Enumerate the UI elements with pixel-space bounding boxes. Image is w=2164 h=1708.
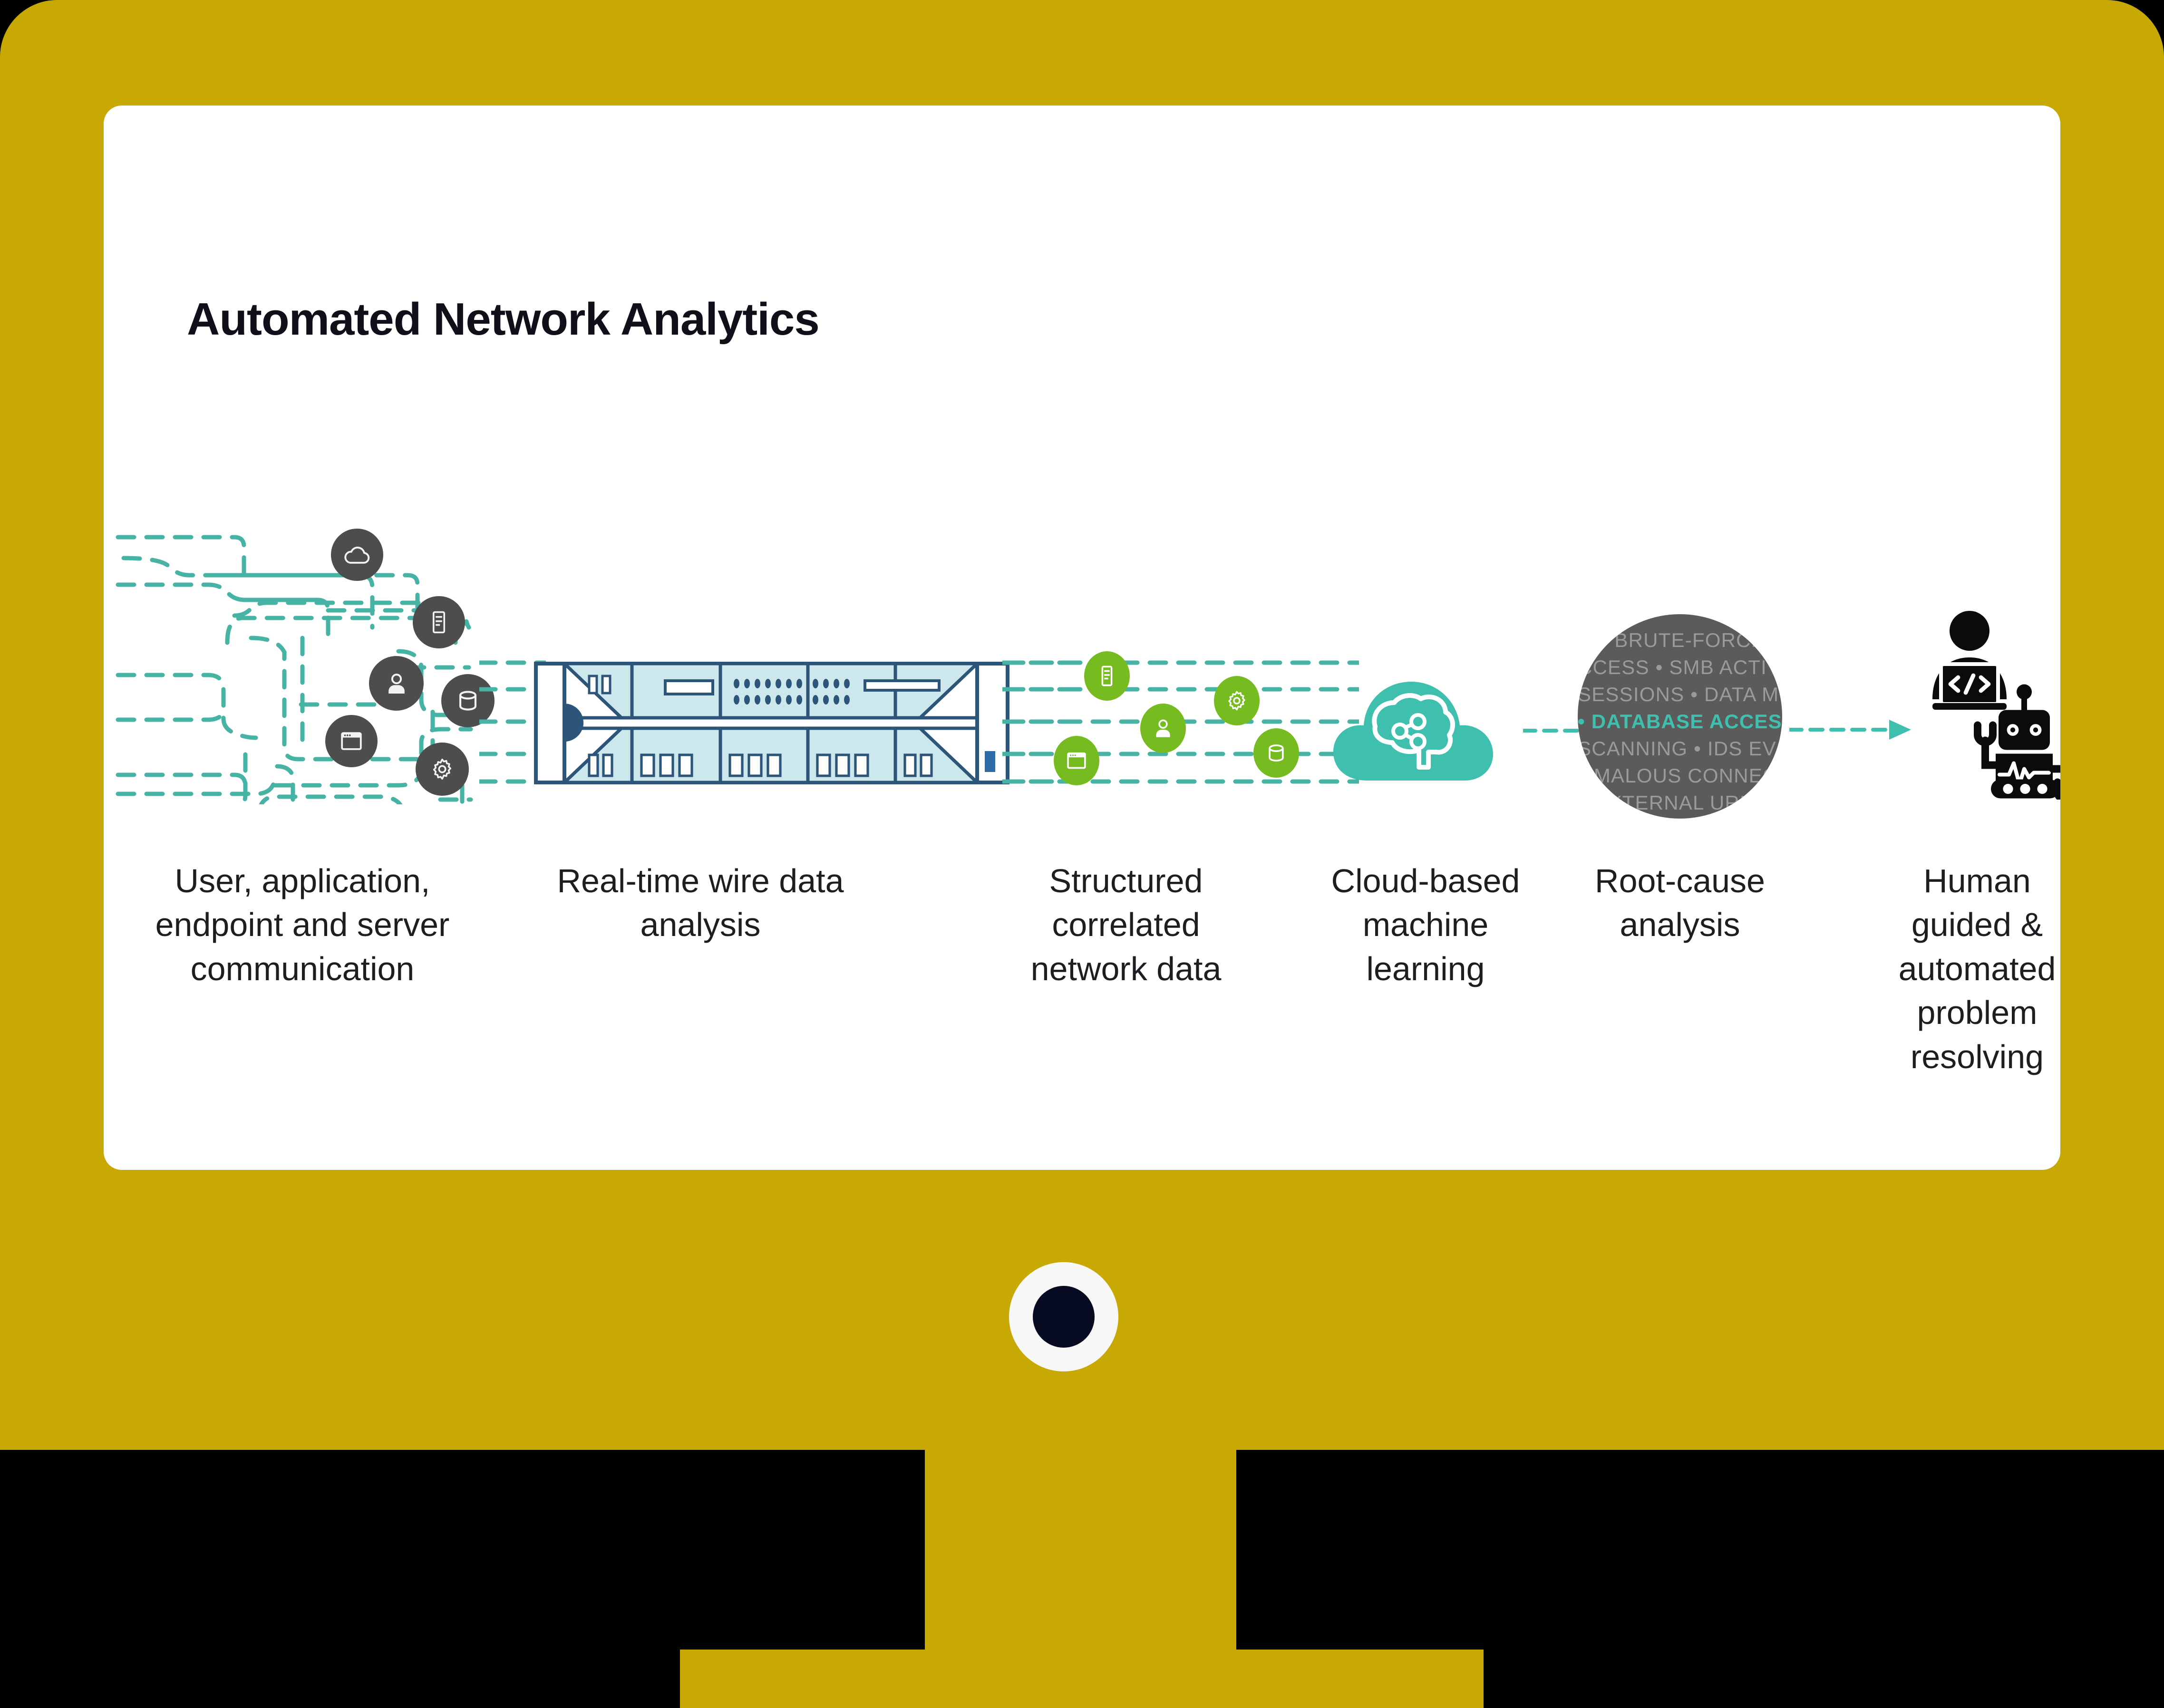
stage1-server-bubble[interactable] — [413, 596, 465, 648]
database-icon — [459, 691, 477, 711]
user-icon — [388, 673, 405, 694]
browser-window-icon — [341, 732, 362, 750]
stage-1-label-line-2: endpoint and server — [155, 906, 450, 944]
stage-2-label-line-2: analysis — [640, 906, 761, 944]
cloud-icon — [344, 546, 370, 564]
rc-line-3: SESSIONS • DATA MOVEMEN — [1578, 683, 1782, 705]
monitor-notch-left — [0, 1450, 925, 1654]
stage-6-label: Human guided & automated problem resolvi… — [1863, 859, 2060, 1079]
rc-line-7: EXTERNAL URLS — [1594, 791, 1766, 814]
gear-icon — [433, 758, 452, 780]
stage-4-label-line-2: machine — [1362, 906, 1489, 944]
browser-window-icon — [1067, 752, 1086, 769]
stage-2-label-line-1: Real-time wire data — [557, 862, 844, 899]
rc-line-4: • DATABASE ACCESS • — [1578, 710, 1782, 733]
stage3-gear-bubble[interactable] — [1214, 676, 1260, 725]
database-icon — [1269, 744, 1284, 762]
stage1-gear-bubble[interactable] — [416, 743, 469, 796]
stage-2-label: Real-time wire data analysis — [520, 859, 881, 947]
stage1-user-bubble[interactable] — [369, 656, 424, 711]
stage-1-label: User, application, endpoint and server c… — [141, 859, 464, 991]
stage-4-label-line-3: learning — [1366, 950, 1485, 987]
root-cause-circle[interactable]: P BRUTE-FORCE CCESS • SMB ACTIVITY • SES… — [1578, 614, 1782, 819]
stage3-server-bubble[interactable] — [1084, 651, 1130, 701]
network-appliance-icon[interactable] — [534, 662, 1009, 784]
monitor-stand-neck — [925, 1450, 1236, 1654]
stage3-database-bubble[interactable] — [1253, 728, 1299, 778]
user-icon — [1156, 719, 1170, 737]
stage-6-label-line-3: automated — [1898, 950, 2056, 987]
rc-line-5: SCANNING • IDS EVASION — [1578, 737, 1782, 760]
monitor-stand-base — [680, 1650, 1484, 1708]
stage-6-label-line-2: guided & — [1911, 906, 2043, 944]
stage-4-label: Cloud-based machine learning — [1297, 859, 1554, 991]
cloud-brain-icon[interactable] — [1326, 647, 1525, 804]
power-button[interactable] — [1033, 1286, 1095, 1348]
server-icon — [432, 611, 446, 634]
stage-5-label-line-1: Root-cause — [1595, 862, 1765, 899]
stage-3-label: Structured correlated network data — [988, 859, 1264, 991]
stage-6-label-line-1: Human — [1923, 862, 2031, 899]
robot-icon[interactable] — [1970, 683, 2060, 800]
stage-6-label-line-4: problem — [1917, 994, 2038, 1032]
rc-line-2: CCESS • SMB ACTIVITY • — [1578, 656, 1782, 678]
stage3-browser-bubble[interactable] — [1054, 736, 1099, 785]
gear-icon — [1228, 691, 1245, 711]
stage-5-label-line-2: analysis — [1620, 906, 1740, 944]
stage-6-label-line-5: resolving — [1910, 1038, 2044, 1075]
rc-line-6: OMALOUS CONNECTION — [1578, 764, 1782, 787]
stage-3-label-line-1: Structured — [1049, 862, 1203, 899]
monitor-screen: Automated Network Analytics User, applic… — [104, 106, 2060, 1170]
stage1-browser-bubble[interactable] — [325, 715, 378, 767]
stage-3-label-line-3: network data — [1030, 950, 1222, 987]
stage-5-label: Root-cause analysis — [1566, 859, 1794, 947]
stage-4-label-line-1: Cloud-based — [1331, 862, 1520, 899]
stage1-cloud-bubble[interactable] — [331, 529, 383, 581]
rc-line-1: P BRUTE-FORCE — [1595, 629, 1765, 651]
diagram-canvas: User, application, endpoint and server c… — [104, 106, 2060, 1170]
monitor-notch-right — [1236, 1450, 2164, 1654]
server-icon — [1101, 666, 1113, 686]
stage-1-label-line-3: communication — [190, 950, 415, 987]
stage-1-label-line-1: User, application, — [175, 862, 430, 899]
stage-3-label-line-2: correlated — [1052, 906, 1200, 944]
stage3-user-bubble[interactable] — [1140, 704, 1186, 753]
arrow-rootcause-to-human — [1789, 720, 1911, 740]
screenshot-root: Automated Network Analytics User, applic… — [0, 0, 2164, 1708]
